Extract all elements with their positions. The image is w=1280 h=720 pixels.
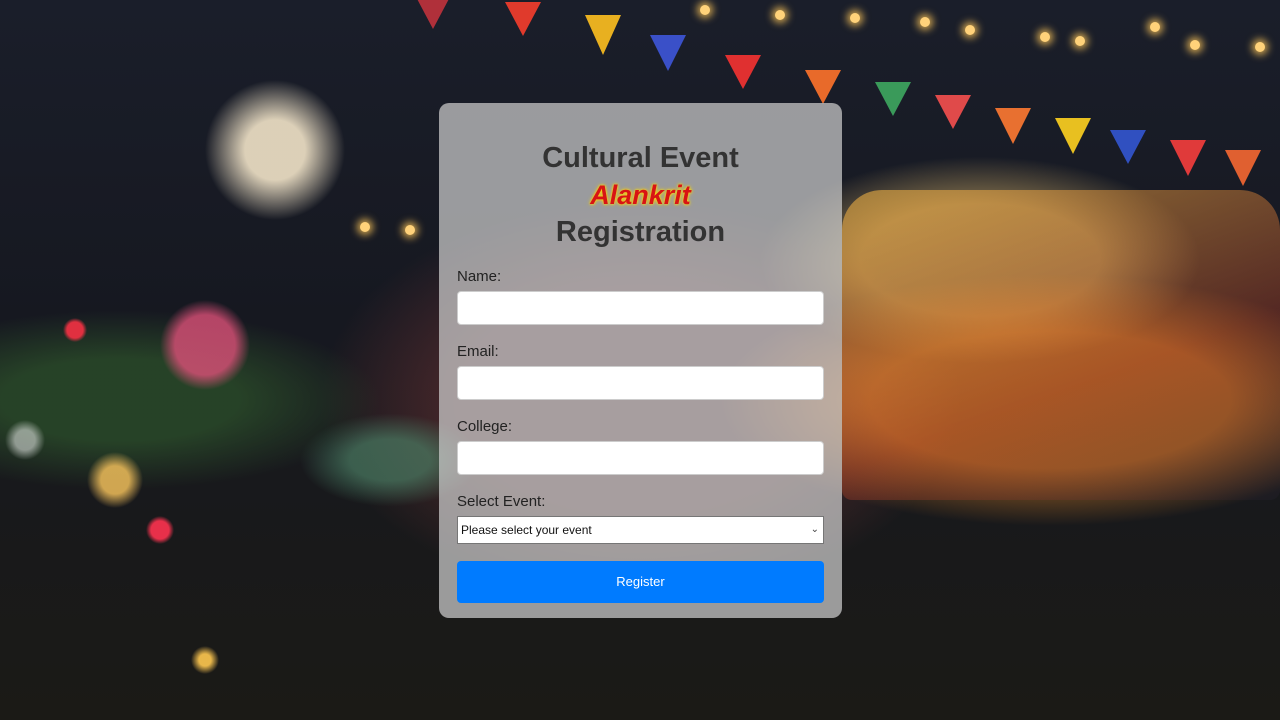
bunting-flag [1225, 150, 1261, 186]
bunting-flag [995, 108, 1031, 144]
bunting-flag [1170, 140, 1206, 176]
registration-card: Cultural Event Alankrit Registration Nam… [439, 103, 842, 618]
event-select[interactable]: Please select your event ⌄ [457, 516, 824, 544]
string-light [920, 17, 930, 27]
string-light [965, 25, 975, 35]
brand-name: Alankrit [590, 180, 691, 210]
bunting-flag [935, 95, 971, 129]
bunting-flag [1110, 130, 1146, 164]
string-light [1190, 40, 1200, 50]
string-light [775, 10, 785, 20]
carousel-ride [842, 190, 1280, 500]
college-label: College: [457, 418, 513, 435]
bunting-flag [1055, 118, 1091, 154]
title-line-2: Registration [555, 216, 726, 248]
name-field[interactable] [457, 291, 824, 325]
string-light [1075, 36, 1085, 46]
string-light [360, 222, 370, 232]
register-button[interactable]: Register [457, 561, 824, 603]
string-light [700, 5, 710, 15]
bunting-flag [650, 35, 686, 71]
college-field[interactable] [457, 441, 824, 475]
string-light [1255, 42, 1265, 52]
string-light [1150, 22, 1160, 32]
name-label: Name: [457, 268, 502, 285]
string-light [1040, 32, 1050, 42]
bunting-flag [805, 70, 841, 104]
event-select-value: Please select your event [461, 523, 592, 537]
bunting-flag [505, 2, 541, 36]
bunting-flag [875, 82, 911, 116]
event-label: Select Event: [457, 493, 546, 510]
email-label: Email: [457, 343, 499, 360]
form-title: Cultural Event Alankrit Registration [457, 140, 824, 250]
title-line-1: Cultural Event [542, 142, 739, 174]
email-field[interactable] [457, 366, 824, 400]
chevron-down-icon: ⌄ [810, 524, 819, 535]
string-light [850, 13, 860, 23]
bunting-flag [585, 15, 621, 55]
string-light [405, 225, 415, 235]
bunting-flag [415, 0, 451, 29]
bunting-flag [725, 55, 761, 89]
